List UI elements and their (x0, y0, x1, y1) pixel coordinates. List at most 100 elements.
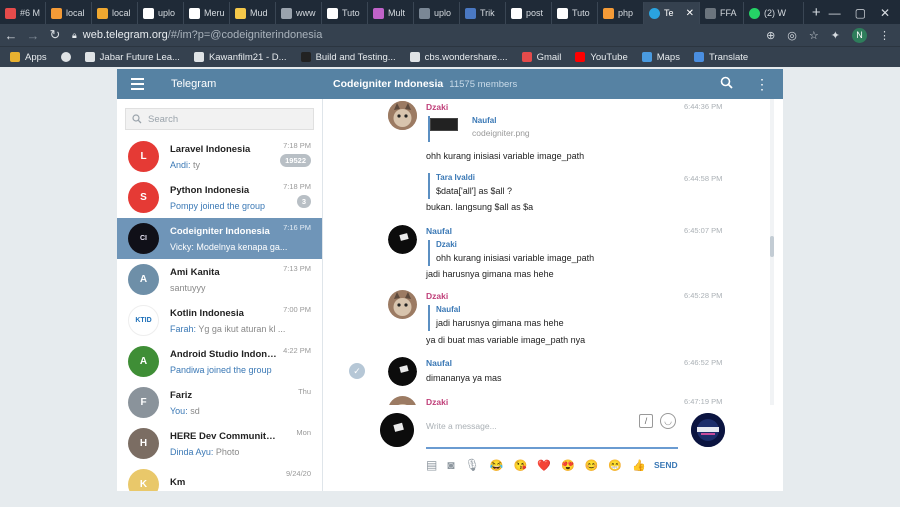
emoji-shortcut[interactable]: 😂 (490, 459, 504, 472)
message-author[interactable]: Dzaki (426, 102, 448, 112)
browser-tab[interactable]: #6 M (0, 2, 46, 24)
tab-label: Mult (388, 8, 406, 18)
reload-icon[interactable]: ↻ (44, 27, 66, 43)
commands-icon[interactable]: / (639, 414, 653, 428)
emoji-picker-icon[interactable]: ◡ (660, 413, 676, 429)
browser-tab[interactable]: Mud (230, 2, 276, 24)
browser-tab[interactable]: Tuto (322, 2, 368, 24)
dialog-item[interactable]: H HERE Dev Community ID Dinda Ayu: Photo Mo… (117, 423, 322, 464)
dialog-name: Codeigniter Indonesia (170, 225, 270, 237)
reply-quote[interactable]: Tara Ivaldi $data['all'] as $all ? (428, 173, 512, 199)
bookmark-favicon-icon (193, 52, 204, 62)
tab-label: uplo (158, 8, 176, 18)
browser-tab[interactable]: uplo (138, 2, 184, 24)
browser-tab[interactable]: uplo (414, 2, 460, 24)
browser-tab[interactable]: post (506, 2, 552, 24)
select-check-icon[interactable]: ✓ (349, 363, 365, 379)
bookmark-item[interactable]: Gmail (521, 52, 561, 63)
emoji-shortcut[interactable]: 😁 (608, 459, 622, 472)
dialog-item[interactable]: KTID Kotlin Indonesia Farah: Yg ga ikut at… (117, 300, 322, 341)
message-time: 6:44:36 PM (684, 102, 723, 111)
forward-icon[interactable]: → (22, 28, 44, 43)
browser-tab[interactable]: Mult (368, 2, 414, 24)
emoji-shortcut[interactable]: 👍 (632, 459, 646, 472)
tab-label: Trik (480, 8, 495, 18)
page-favicon-icon (419, 7, 430, 19)
close-tab-icon[interactable]: ✕ (686, 8, 694, 19)
microphone-icon[interactable]: 🎙︎ (465, 458, 480, 472)
browser-tab[interactable]: Tuto (552, 2, 598, 24)
bookmark-item[interactable]: Apps (10, 52, 47, 63)
dialog-item[interactable]: F Fariz You: sd Thu (117, 382, 322, 423)
chat-heading[interactable]: Codeigniter Indonesia 11575 members (333, 78, 517, 90)
attach-file-icon[interactable]: ▤ (426, 458, 437, 472)
send-button[interactable]: SEND (654, 460, 678, 470)
tab-ffa[interactable]: FFA (700, 2, 744, 24)
search-icon[interactable] (720, 76, 733, 92)
eye-off-icon[interactable]: ◎ (787, 29, 797, 42)
extensions-icon[interactable]: ✦ (831, 29, 840, 42)
scrollbar-thumb[interactable] (770, 236, 774, 257)
dialog-name: Kotlin Indonesia (170, 307, 244, 319)
bookmark-item[interactable]: Jabar Future Lea... (84, 52, 180, 63)
new-tab-button[interactable]: + (804, 2, 829, 24)
more-options-icon[interactable]: ⋮ (755, 76, 769, 93)
back-icon[interactable]: ← (0, 28, 22, 43)
url-field[interactable]: 🔒︎ web.telegram.org/#/im?p=@codeigniteri… (72, 29, 322, 41)
search-input[interactable]: Search (125, 108, 314, 130)
bookmark-item[interactable]: Kawanfilm21 - D... (193, 52, 287, 63)
minimize-icon[interactable]: — (829, 6, 841, 20)
emoji-shortcut[interactable]: ❤️ (537, 459, 551, 472)
reply-quote[interactable]: Naufal codeigniter.png (428, 116, 530, 142)
browser-tab[interactable]: local (92, 2, 138, 24)
more-menu-icon[interactable]: ⋮ (879, 29, 890, 42)
tab-whatsapp[interactable]: (2) W (744, 2, 804, 24)
dialog-item[interactable]: A Android Studio Indonesia Pandiwa joined … (117, 341, 322, 382)
telegram-header: Telegram Codeigniter Indonesia 11575 mem… (117, 69, 783, 99)
browser-tab[interactable]: local (46, 2, 92, 24)
dialog-last-message: Dinda Ayu: Photo (170, 447, 288, 457)
reply-quote[interactable]: Dzaki ohh kurang inisiasi variable image… (428, 240, 594, 266)
install-icon[interactable]: ⊕ (766, 29, 775, 42)
bookmark-item[interactable]: YouTube (575, 52, 628, 63)
dialog-avatar: H (128, 428, 159, 459)
dialog-name: Android Studio Indonesia (170, 348, 280, 360)
bookmark-item[interactable]: cbs.wondershare.... (409, 52, 508, 63)
reply-quote[interactable]: Naufal jadi harusnya gimana mas hehe (428, 305, 564, 331)
dialog-item[interactable]: S Python Indonesia Pompy joined the group 7… (117, 177, 322, 218)
message-author[interactable]: Naufal (426, 358, 452, 368)
dialog-item[interactable]: K Km 9/24/20 (117, 464, 322, 491)
message-author[interactable]: Naufal (426, 226, 452, 236)
globe-icon[interactable] (60, 52, 71, 62)
dialog-last-message: Farah: Yg ga ikut aturan kl ... (170, 324, 288, 334)
camera-icon[interactable]: ◙ (447, 458, 454, 472)
bookmark-item[interactable]: Build and Testing... (300, 52, 396, 63)
emoji-shortcut[interactable]: 😍 (561, 459, 575, 472)
browser-tab[interactable]: www (276, 2, 322, 24)
tab-telegram[interactable]: Te ✕ (644, 2, 700, 24)
bookmark-item[interactable]: Maps (641, 52, 680, 63)
dialog-item[interactable]: CI Codeigniter Indonesia Vicky: Modelnya k… (117, 218, 322, 259)
profile-avatar[interactable]: N (852, 27, 867, 43)
emoji-shortcut[interactable]: 😘 (514, 459, 528, 472)
tab-label: php (618, 8, 634, 18)
message-author[interactable]: Dzaki (426, 291, 448, 301)
app-brand: Telegram (171, 78, 217, 90)
bookmark-item[interactable]: Translate (693, 52, 748, 63)
dialog-message-text: ty (190, 159, 201, 170)
tab-label: Tuto (572, 8, 590, 18)
star-icon[interactable]: ☆ (809, 29, 819, 42)
browser-tab[interactable]: Meru (184, 2, 230, 24)
hamburger-menu-icon[interactable] (117, 78, 157, 90)
message-text: ohh kurang inisiasi variable image_path (426, 151, 585, 161)
dialog-item[interactable]: L Laravel Indonesia Andi: ty 7:18 PM 19522 (117, 136, 322, 177)
browser-tab[interactable]: php (598, 2, 644, 24)
message-author[interactable]: Dzaki (426, 397, 448, 405)
maximize-icon[interactable]: ▢ (855, 6, 866, 20)
bookmark-favicon-icon (409, 52, 420, 62)
dialog-item[interactable]: A Ami Kanita santuyyy 7:13 PM (117, 259, 322, 300)
emoji-shortcut[interactable]: 😊 (585, 459, 599, 472)
close-window-icon[interactable]: ✕ (880, 6, 890, 20)
message-time: 6:46:52 PM (684, 358, 723, 367)
browser-tab[interactable]: Trik (460, 2, 506, 24)
